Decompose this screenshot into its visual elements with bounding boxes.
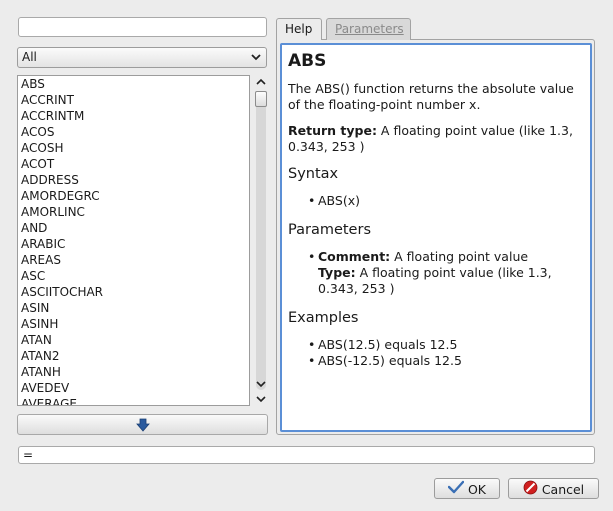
tab-help-label: Help [285,22,313,36]
function-list-item[interactable]: ARABIC [18,236,249,252]
function-list-item[interactable]: ACCRINTM [18,108,249,124]
cancel-button[interactable]: Cancel [508,478,599,499]
function-list-item[interactable]: ASIN [18,300,249,316]
checkmark-icon [447,480,465,499]
parameter-item: Comment: A floating point value Type: A … [308,249,584,297]
parameters-heading: Parameters [288,222,371,238]
example-item: ABS(-12.5) equals 12.5 [308,353,584,369]
function-list-item[interactable]: AMORLINC [18,204,249,220]
function-description: The ABS() function returns the absolute … [288,81,574,112]
formula-field[interactable]: = [18,446,595,464]
param-comment-label: Comment: [318,249,391,264]
function-title: ABS [288,51,327,71]
function-list-item[interactable]: ACCRINT [18,92,249,108]
function-list-item[interactable]: ADDRESS [18,172,249,188]
function-list-item[interactable]: ACOSH [18,140,249,156]
function-list-item[interactable]: AVERAGE [18,396,249,405]
help-viewer[interactable]: ABS The ABS() function returns the absol… [280,43,592,432]
function-list-item[interactable]: ACOT [18,156,249,172]
search-input[interactable] [18,17,267,37]
tab-parameters-label: Parameters [335,22,404,36]
function-list-item[interactable]: ATAN [18,332,249,348]
param-type-label: Type: [318,265,356,280]
category-select-value: All [22,50,37,64]
function-list-item[interactable]: ASCIITOCHAR [18,284,249,300]
scroll-up-icon[interactable] [254,75,268,89]
function-list-item[interactable]: ATAN2 [18,348,249,364]
tab-parameters[interactable]: Parameters [326,18,411,40]
function-list-item[interactable]: ASINH [18,316,249,332]
scroll-down-icon[interactable] [254,377,268,391]
return-type-label: Return type: [288,123,377,138]
examples-heading: Examples [288,310,359,326]
return-type: Return type: A floating point value (lik… [288,123,584,155]
function-list[interactable]: ABS ACCRINT ACCRINTM ACOS ACOSH ACOT ADDRESS AM… [17,75,250,406]
scroll-thumb[interactable] [255,91,267,107]
cancel-label: Cancel [541,482,585,497]
ok-button[interactable]: OK [434,478,500,499]
parameters-list: Comment: A floating point value Type: A … [288,249,584,297]
function-list-item[interactable]: AVEDEV [18,380,249,396]
arrow-down-icon [135,417,150,432]
function-list-item[interactable]: ABS [18,76,249,92]
scroll-down-icon[interactable] [254,392,268,406]
param-comment: A floating point value [390,249,529,264]
scroll-track[interactable] [256,91,266,390]
syntax-heading: Syntax [288,166,339,182]
function-list-item[interactable]: ACOS [18,124,249,140]
category-select[interactable]: All [17,47,267,68]
function-list-item[interactable]: AREAS [18,252,249,268]
function-list-item[interactable]: ATANH [18,364,249,380]
ok-label: OK [467,482,487,497]
tab-help[interactable]: Help [276,18,322,40]
function-list-scrollbar[interactable] [254,75,268,406]
chevron-down-icon [251,48,261,73]
examples-list: ABS(12.5) equals 12.5 ABS(-12.5) equals … [288,337,584,369]
syntax-list: ABS(x) [288,193,584,209]
insert-function-button[interactable] [17,414,268,435]
function-list-item[interactable]: ASC [18,268,249,284]
function-list-item[interactable]: AMORDEGRC [18,188,249,204]
example-item: ABS(12.5) equals 12.5 [308,337,584,353]
function-list-item[interactable]: AND [18,220,249,236]
cancel-icon [523,480,538,500]
syntax-item: ABS(x) [308,193,584,209]
